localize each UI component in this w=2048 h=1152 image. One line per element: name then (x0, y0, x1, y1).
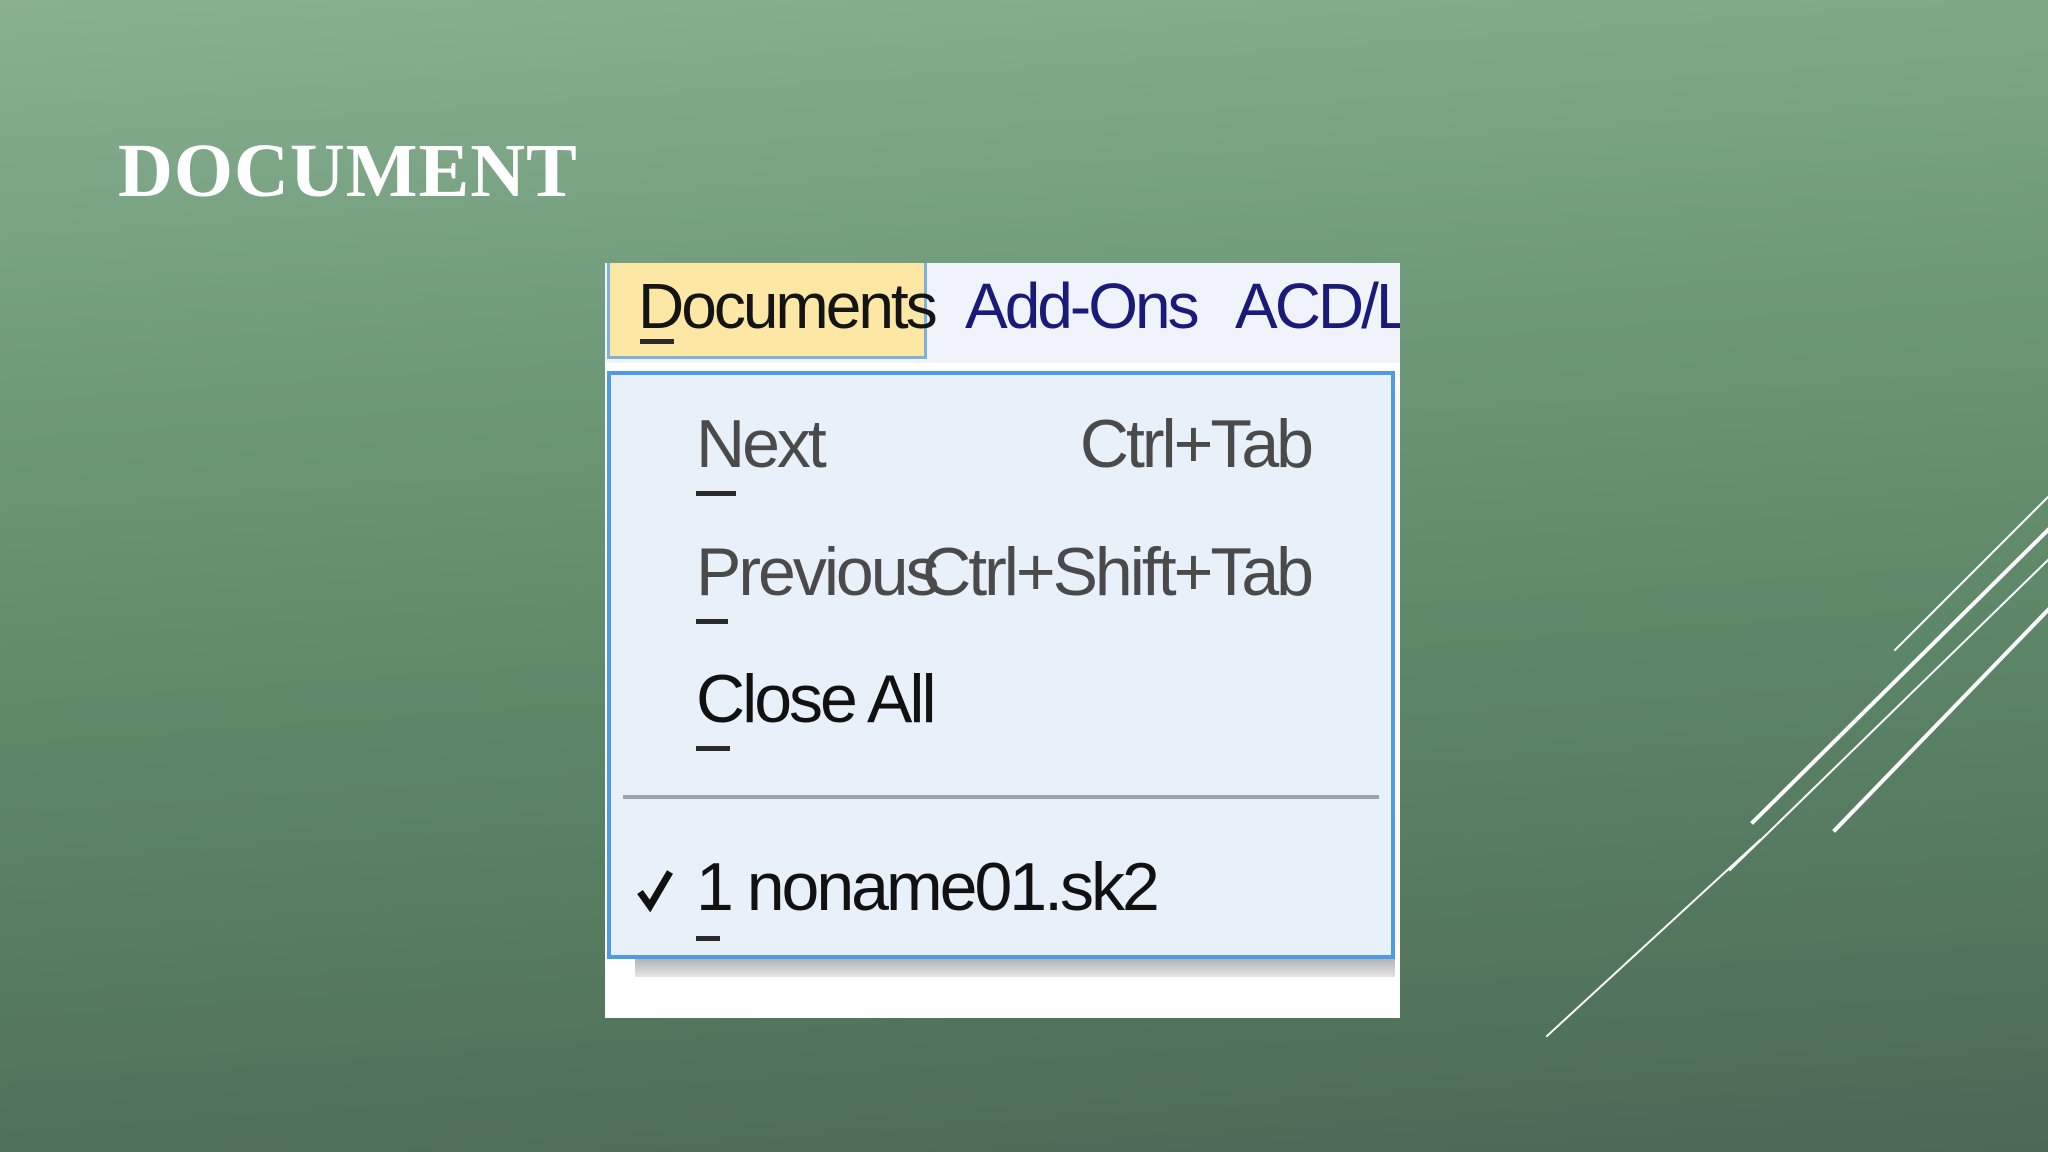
menu-item-previous[interactable]: Previous Ctrl+Shift+Tab (611, 523, 1391, 633)
accelerator-underline (696, 936, 720, 941)
accelerator-underline (696, 619, 728, 624)
menu-item-close-all[interactable]: Close All (611, 650, 1391, 760)
menu-item-shortcut: Ctrl+Tab (1079, 406, 1314, 482)
menu-acd[interactable]: ACD/La (1235, 263, 1400, 359)
menu-item-label: Next (696, 406, 827, 482)
menu-item-label: Close All (696, 661, 937, 737)
menu-item-shortcut: Ctrl+Shift+Tab (922, 534, 1314, 610)
accelerator-underline (696, 746, 730, 751)
menu-screenshot: Documents Add-Ons ACD/La Next Ctrl+Tab P… (605, 263, 1400, 1018)
menu-addons[interactable]: Add-Ons (965, 263, 1200, 359)
menu-item-label: 1 noname01.sk2 (696, 849, 1160, 925)
menu-item-next[interactable]: Next Ctrl+Tab (611, 395, 1391, 505)
menu-documents[interactable]: Documents (607, 263, 938, 359)
menu-separator (623, 795, 1379, 799)
accelerator-underline (696, 491, 736, 496)
menubar: Documents Add-Ons ACD/La (605, 263, 1400, 363)
menu-item-document[interactable]: 1 noname01.sk2 (611, 838, 1391, 948)
documents-dropdown: Next Ctrl+Tab Previous Ctrl+Shift+Tab Cl… (607, 371, 1395, 959)
menu-item-label: Previous (696, 534, 940, 610)
slide-title: DOCUMENT (118, 129, 578, 213)
accelerator-underline (640, 339, 674, 344)
check-icon (637, 870, 673, 912)
